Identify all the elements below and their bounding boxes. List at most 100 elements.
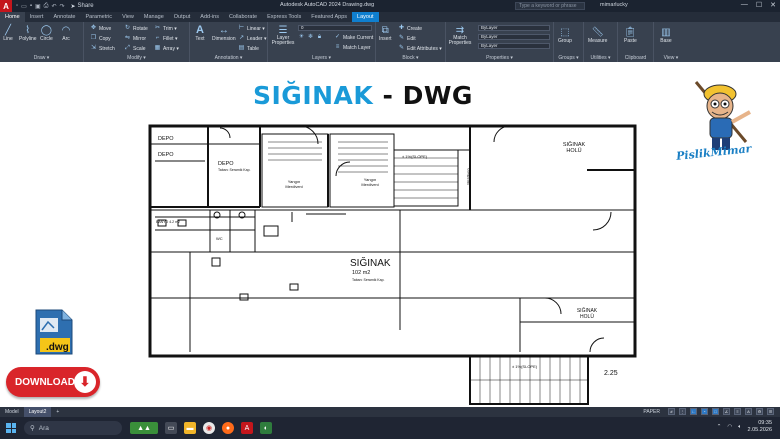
properties-group-title[interactable]: Properties ▾ (446, 55, 553, 61)
tab-express-tools[interactable]: Express Tools (262, 12, 306, 22)
otrack-icon[interactable]: ∠ (723, 408, 730, 415)
tab-model[interactable]: Model (0, 407, 24, 417)
tab-parametric[interactable]: Parametric (80, 12, 117, 22)
polyline-button[interactable]: ⌇ Polyline (19, 24, 37, 43)
print-icon[interactable]: ⎙ (44, 3, 49, 10)
block-group-title[interactable]: Block ▾ (376, 55, 445, 61)
share-button[interactable]: ➤ Share (71, 3, 94, 10)
color-combo[interactable]: ByLayer (478, 25, 550, 31)
tab-collaborate[interactable]: Collaborate (224, 12, 262, 22)
chrome-icon[interactable]: ◉ (203, 422, 215, 434)
drawing-canvas[interactable]: SIĞINAK - DWG DEPO DEPO DEPO Taban: Sera… (0, 62, 780, 407)
osnap-icon[interactable]: □ (712, 408, 719, 415)
edit-block-button[interactable]: ✎ Edit (398, 35, 416, 42)
match-layer-button[interactable]: ≡ Match Layer (334, 44, 371, 51)
add-layout-button[interactable]: + (51, 407, 64, 417)
line-button[interactable]: ╱ Line (2, 24, 14, 43)
rotate-button[interactable]: ↻ Rotate (124, 25, 148, 32)
tab-insert[interactable]: Insert (25, 12, 49, 22)
maximize-button[interactable]: ☐ (756, 1, 762, 9)
annotation-group-title[interactable]: Annotation ▾ (190, 55, 267, 61)
forest-widget-icon[interactable]: ▲▲ (130, 422, 158, 434)
mirror-button[interactable]: ⇋ Mirror (124, 35, 146, 42)
autocad-taskbar-icon[interactable]: A (241, 422, 253, 434)
lineweight-icon[interactable]: ≡ (734, 408, 741, 415)
linetype-combo[interactable]: ByLayer (478, 34, 550, 40)
polar-icon[interactable]: ◔ (701, 408, 708, 415)
tab-layout2[interactable]: Layout2 (23, 407, 52, 417)
layer-freeze-icon[interactable]: ❄ (307, 34, 314, 41)
layer-properties-button[interactable]: ☰ Layer Properties (271, 24, 295, 46)
windows-start-icon[interactable] (6, 423, 16, 433)
measure-button[interactable]: 📏︎ Measure (588, 26, 607, 45)
wifi-icon[interactable]: ◠ (727, 424, 732, 430)
utilities-group-title[interactable]: Utilities ▾ (584, 55, 617, 61)
save-icon[interactable]: ▪ (30, 3, 32, 10)
tab-annotate[interactable]: Annotate (48, 12, 80, 22)
grid-icon[interactable]: # (668, 408, 675, 415)
move-button[interactable]: ✥ Move (90, 25, 111, 32)
tab-layout[interactable]: Layout (352, 12, 379, 22)
layer-lock-icon[interactable]: 🔒︎ (316, 34, 323, 41)
modify-group-title[interactable]: Modify ▾ (84, 55, 189, 61)
dimension-button[interactable]: ↔ Dimension (212, 24, 236, 43)
layer-off-icon[interactable]: ☀ (298, 34, 305, 41)
table-button[interactable]: ▤ Table (238, 45, 259, 52)
undo-icon[interactable]: ↶ (51, 3, 56, 10)
minimize-button[interactable]: — (741, 1, 748, 9)
autocad-logo[interactable]: A (0, 0, 12, 12)
fillet-button[interactable]: ⌐ Fillet ▾ (154, 35, 178, 42)
tab-view[interactable]: View (117, 12, 139, 22)
firefox-icon[interactable]: ● (222, 422, 234, 434)
match-properties-button[interactable]: ⇉ Match Properties (449, 24, 472, 46)
download-button[interactable]: DOWNLOAD ⬇ (6, 367, 100, 397)
customize-icon[interactable]: ☰ (767, 408, 774, 415)
chevron-up-icon[interactable]: ⌃ (717, 424, 722, 430)
tab-output[interactable]: Output (169, 12, 196, 22)
annotation-scale-icon[interactable]: A (745, 408, 752, 415)
edit-attributes-button[interactable]: ✎ Edit Attributes ▾ (398, 45, 442, 52)
text-button[interactable]: A Text (194, 24, 206, 42)
new-icon[interactable]: ▫ (16, 3, 18, 10)
base-button[interactable]: ▥ Base (660, 26, 672, 45)
file-explorer-icon[interactable]: ▬ (184, 422, 196, 434)
lineweight-combo[interactable]: ByLayer (478, 43, 550, 49)
arc-button[interactable]: ◠ Arc (60, 24, 72, 43)
create-block-button[interactable]: ✚ Create (398, 25, 422, 32)
copy-button[interactable]: ❐ Copy (90, 35, 111, 42)
tab-manage[interactable]: Manage (139, 12, 169, 22)
task-view-icon[interactable]: ▭ (165, 422, 177, 434)
group-button[interactable]: ⬚ Group (558, 26, 572, 45)
layer-combo[interactable]: 0 (298, 25, 372, 31)
linear-button[interactable]: ⊢ Linear ▾ (238, 25, 265, 32)
make-current-button[interactable]: ✓ Make Current (334, 34, 373, 41)
saveas-icon[interactable]: ▣ (35, 3, 41, 10)
insert-button[interactable]: ⧉ Insert (379, 24, 392, 43)
snap-icon[interactable]: ⋮ (679, 408, 686, 415)
tab-home[interactable]: Home (0, 12, 25, 22)
draw-group-title[interactable]: Draw ▾ (0, 55, 83, 61)
leader-button[interactable]: ↗ Leader ▾ (238, 35, 266, 42)
circle-button[interactable]: ◯ Circle (40, 24, 53, 43)
taskbar-search[interactable]: ⚲ Ara (24, 421, 122, 435)
clock[interactable]: 09:35 2.05.2026 (748, 420, 772, 434)
view-group-title[interactable]: View ▾ (654, 55, 688, 61)
ortho-icon[interactable]: ∟ (690, 408, 697, 415)
speaker-icon[interactable]: 🔈︎ (738, 424, 741, 431)
workspace-icon[interactable]: ⚙ (756, 408, 763, 415)
trim-button[interactable]: ✂ Trim ▾ (154, 25, 177, 32)
tab-add-ins[interactable]: Add-ins (195, 12, 224, 22)
redo-icon[interactable]: ↷ (59, 3, 64, 10)
stretch-button[interactable]: ⇲ Stretch (90, 45, 115, 52)
paper-space-toggle[interactable]: PAPER (643, 408, 660, 416)
groups-group-title[interactable]: Groups ▾ (554, 55, 583, 61)
search-input[interactable]: Type a keyword or phrase (515, 2, 585, 10)
layers-group-title[interactable]: Layers ▾ (268, 55, 375, 61)
tab-featured-apps[interactable]: Featured Apps (306, 12, 352, 22)
edge-app-icon[interactable]: ◐ (260, 422, 272, 434)
scale-button[interactable]: ⤢ Scale (124, 45, 145, 52)
user-account[interactable]: mimarlucky (600, 2, 628, 8)
open-icon[interactable]: ▭ (21, 3, 27, 10)
close-button[interactable]: ✕ (770, 1, 776, 9)
array-button[interactable]: ▦ Array ▾ (154, 45, 179, 52)
